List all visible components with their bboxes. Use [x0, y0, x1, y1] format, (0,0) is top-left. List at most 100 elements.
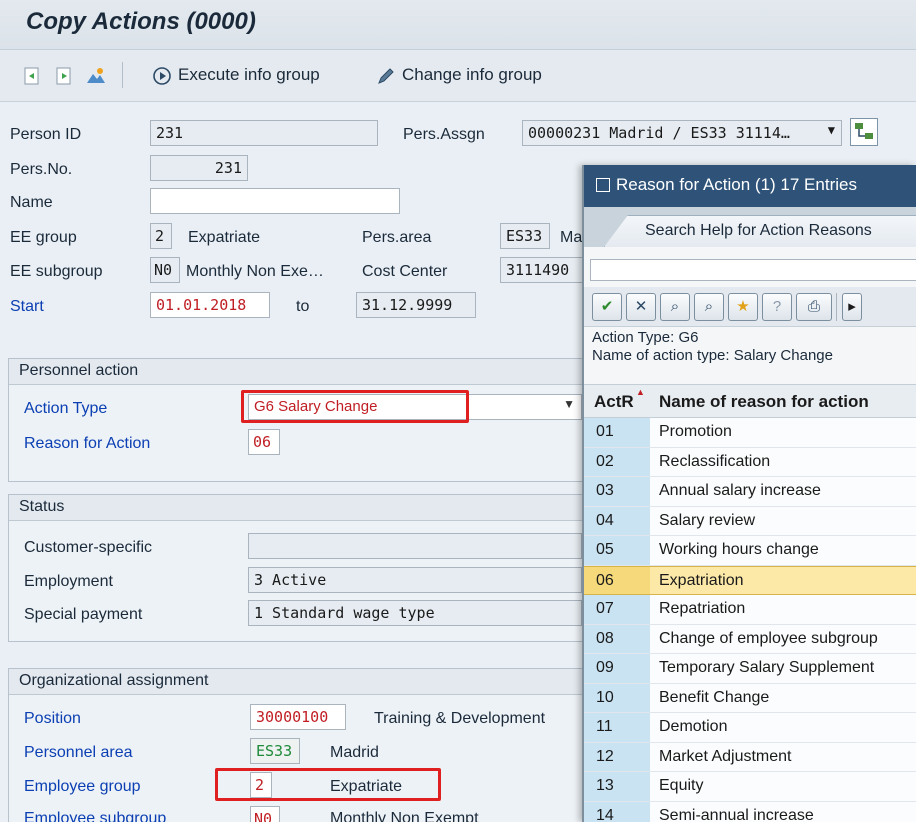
help-button[interactable]: ?	[762, 293, 792, 321]
application-toolbar: Execute info group Change info group	[0, 50, 916, 102]
help-icon: ?	[772, 298, 782, 315]
more-button[interactable]: ▸	[842, 293, 862, 321]
reason-code-cell: 06	[584, 566, 650, 594]
end-date-field[interactable]: 31.12.9999	[356, 292, 476, 318]
reason-name-cell: Expatriation	[659, 571, 744, 589]
table-row[interactable]: 05 Working hours change	[584, 536, 916, 566]
reason-code-cell: 01	[584, 418, 650, 447]
table-row[interactable]: 04 Salary review	[584, 506, 916, 536]
pers-area-label: Pers.area	[362, 229, 432, 246]
find-next-button[interactable]: ⌕	[694, 293, 724, 321]
table-row[interactable]: 10 Benefit Change	[584, 683, 916, 713]
position-code-field[interactable]: 30000100	[250, 704, 346, 730]
reason-field[interactable]: 06	[248, 429, 280, 455]
to-label: to	[296, 298, 310, 315]
employment-field[interactable]: 3 Active	[248, 567, 582, 593]
action-type-label[interactable]: Action Type	[24, 400, 107, 418]
more-icon: ▸	[848, 298, 856, 315]
reason-name-cell: Demotion	[659, 718, 728, 735]
table-row[interactable]: 07 Repatriation	[584, 595, 916, 625]
pers-no-label: Pers.No.	[10, 161, 73, 178]
print-button[interactable]: ⎙	[796, 293, 832, 321]
reason-code-cell: 03	[584, 477, 650, 506]
org-structure-button[interactable]	[850, 118, 878, 146]
printer-icon: ⎙	[807, 298, 820, 315]
table-row[interactable]: 11 Demotion	[584, 713, 916, 743]
table-row[interactable]: 03 Annual salary increase	[584, 477, 916, 507]
previous-record-icon[interactable]	[22, 66, 42, 86]
personnel-area-label[interactable]: Personnel area	[24, 744, 133, 762]
find-button[interactable]: ⌕	[660, 293, 690, 321]
reason-code-cell: 09	[584, 654, 650, 683]
employee-group-label[interactable]: Employee group	[24, 778, 141, 796]
table-row[interactable]: 08 Change of employee subgroup	[584, 624, 916, 654]
close-icon: ✕	[634, 298, 648, 315]
cost-center-label: Cost Center	[362, 263, 448, 280]
ee-group-code[interactable]: 2	[150, 223, 172, 249]
table-row[interactable]: 14 Semi-annual increase	[584, 801, 916, 822]
table-row[interactable]: 12 Market Adjustment	[584, 742, 916, 772]
dialog-toolbar-separator	[836, 293, 837, 321]
find-next-icon: ⌕	[704, 298, 714, 315]
position-label[interactable]: Position	[24, 710, 81, 728]
dialog-toolbar: ✔ ✕ ⌕ ⌕ ★ ? ⎙ ▸	[584, 287, 916, 327]
reason-name-cell: Market Adjustment	[659, 747, 792, 765]
name-field[interactable]	[150, 188, 400, 214]
start-label[interactable]: Start	[10, 298, 44, 316]
reason-code-cell: 07	[584, 595, 650, 624]
table-row[interactable]: 09 Temporary Salary Supplement	[584, 654, 916, 684]
personnel-area-text: Madrid	[330, 744, 379, 761]
reason-for-action-dialog: Reason for Action (1) 17 Entries Search …	[582, 165, 916, 822]
dialog-info: Action Type: G6 Name of action type: Sal…	[592, 329, 833, 365]
hierarchy-icon	[855, 123, 873, 139]
reason-table: ActR ▲ Name of reason for action 01 Promo…	[584, 384, 916, 822]
ee-group-text: Expatriate	[188, 229, 261, 246]
employee-subgroup-code[interactable]: N0	[250, 806, 280, 822]
cost-center-field[interactable]: 3111490	[500, 257, 586, 283]
customer-specific-field[interactable]	[248, 533, 582, 559]
star-icon: ★	[736, 298, 750, 315]
next-record-icon[interactable]	[54, 66, 74, 86]
pers-area-code[interactable]: ES33	[500, 223, 550, 249]
start-date-field[interactable]: 01.01.2018	[150, 292, 270, 318]
person-id-field[interactable]: 231	[150, 120, 378, 146]
confirm-button[interactable]: ✔	[592, 293, 622, 321]
reason-name-cell: Salary review	[659, 511, 756, 529]
pers-assgn-dropdown[interactable]: 00000231 Madrid / ES33 31114… ▼	[522, 120, 842, 146]
table-row[interactable]: 02 Reclassification	[584, 447, 916, 477]
execute-info-group-button[interactable]: Execute info group	[178, 65, 320, 85]
table-row[interactable]: 13 Equity	[584, 772, 916, 802]
ee-subgroup-code[interactable]: N0	[150, 257, 180, 283]
employment-label: Employment	[24, 573, 113, 590]
table-row[interactable]: 06 Expatriation	[584, 565, 916, 595]
favorites-button[interactable]: ★	[728, 293, 758, 321]
execute-icon	[153, 67, 171, 85]
personnel-area-code[interactable]: ES33	[250, 738, 300, 764]
table-body: 01 Promotion 02 Reclassification 03 Annual sa…	[584, 418, 916, 822]
window-title: Copy Actions (0000)	[26, 8, 256, 35]
tab-search-help-action-reasons[interactable]: Search Help for Action Reasons	[604, 215, 916, 247]
reason-name-cell: Reclassification	[659, 452, 771, 470]
pers-assgn-label: Pers.Assgn	[403, 126, 485, 143]
table-row[interactable]: 01 Promotion	[584, 418, 916, 448]
change-info-group-button[interactable]: Change info group	[402, 65, 542, 85]
reason-code-cell: 12	[584, 742, 650, 771]
ee-subgroup-text: Monthly Non Exe…	[186, 263, 324, 280]
ee-subgroup-label: EE subgroup	[10, 263, 103, 280]
employee-subgroup-label[interactable]: Employee subgroup	[24, 810, 166, 822]
column-header-actr[interactable]: ActR	[594, 392, 634, 412]
reason-code-cell: 14	[584, 801, 650, 822]
special-payment-field[interactable]: 1 Standard wage type	[248, 600, 582, 626]
reason-label[interactable]: Reason for Action	[24, 435, 150, 453]
pers-no-field[interactable]: 231	[150, 155, 248, 181]
special-payment-label: Special payment	[24, 606, 143, 623]
toolbar-separator	[122, 62, 123, 88]
dialog-search-input[interactable]	[590, 259, 916, 281]
table-header: ActR ▲ Name of reason for action	[584, 384, 916, 418]
title-bar: Copy Actions (0000)	[0, 0, 916, 50]
overview-icon[interactable]	[86, 66, 106, 86]
column-header-name[interactable]: Name of reason for action	[659, 392, 869, 412]
reason-name-cell: Temporary Salary Supplement	[659, 659, 875, 676]
name-label: Name	[10, 194, 53, 211]
cancel-button[interactable]: ✕	[626, 293, 656, 321]
